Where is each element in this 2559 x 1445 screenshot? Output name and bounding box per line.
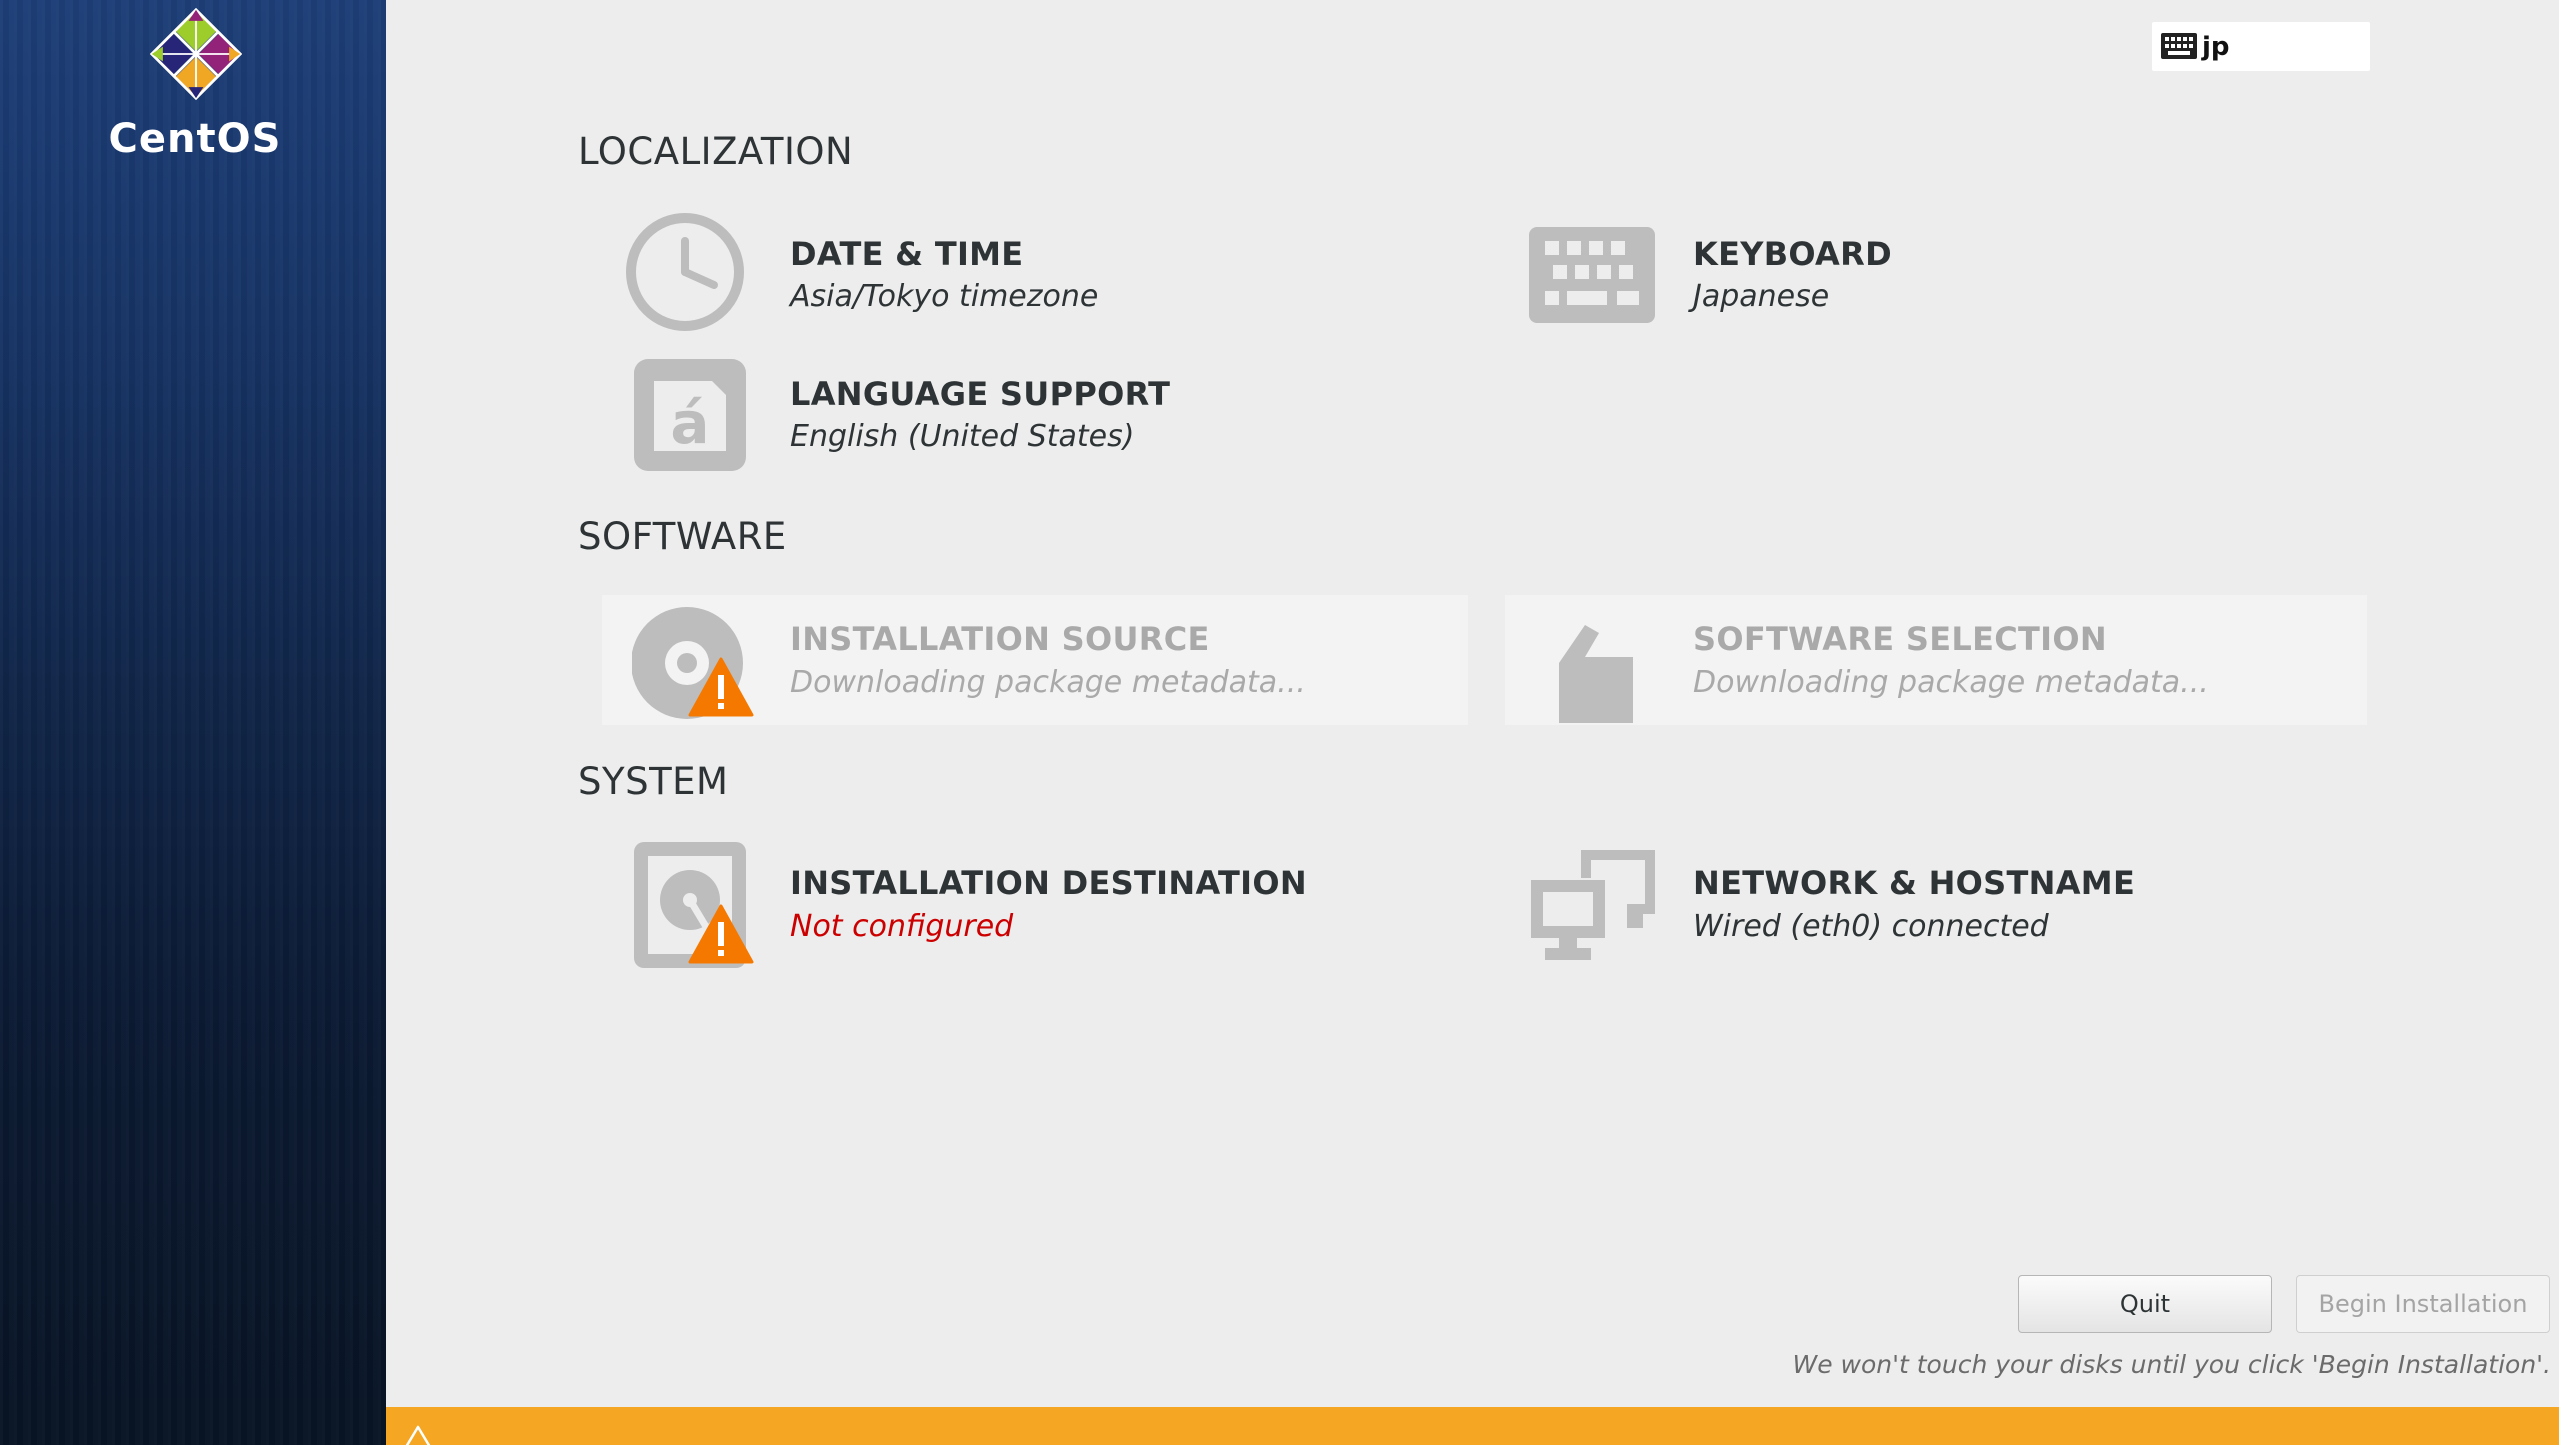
spoke-network-hostname[interactable]: NETWORK & HOSTNAME Wired (eth0) connecte… bbox=[1505, 838, 2365, 968]
spoke-installation-source[interactable]: INSTALLATION SOURCE Downloading package … bbox=[602, 595, 1468, 725]
section-title-system: SYSTEM bbox=[578, 760, 729, 803]
spoke-software-selection[interactable]: SOFTWARE SELECTION Downloading package m… bbox=[1505, 595, 2367, 725]
section-title-software: SOFTWARE bbox=[578, 515, 787, 558]
spoke-title: NETWORK & HOSTNAME bbox=[1693, 864, 2136, 902]
begin-installation-button[interactable]: Begin Installation bbox=[2296, 1275, 2550, 1333]
spoke-status: Asia/Tokyo timezone bbox=[790, 279, 1099, 314]
sidebar: CentOS bbox=[0, 0, 386, 1445]
spoke-title: SOFTWARE SELECTION bbox=[1693, 620, 2107, 658]
spoke-installation-destination[interactable]: INSTALLATION DESTINATION Not configured bbox=[602, 838, 1492, 968]
spoke-title: LANGUAGE SUPPORT bbox=[790, 375, 1171, 413]
keyboard-layout-indicator[interactable]: jp bbox=[2152, 22, 2370, 71]
spoke-keyboard[interactable]: KEYBOARD Japanese bbox=[1505, 205, 2365, 335]
warning-bar bbox=[386, 1407, 2559, 1445]
warning-icon bbox=[688, 657, 754, 717]
spoke-status: Downloading package metadata... bbox=[790, 665, 1306, 700]
spoke-title: INSTALLATION SOURCE bbox=[790, 620, 1210, 658]
centos-logo-mark bbox=[150, 8, 242, 100]
keyboard-icon bbox=[2161, 33, 2197, 59]
spoke-status: Wired (eth0) connected bbox=[1693, 909, 2049, 944]
keyboard-icon bbox=[1529, 227, 1655, 323]
quit-button[interactable]: Quit bbox=[2018, 1275, 2272, 1333]
spoke-status: Japanese bbox=[1693, 279, 1830, 314]
brand-name: CentOS bbox=[108, 116, 282, 162]
spoke-status-error: Not configured bbox=[790, 909, 1014, 944]
spoke-title: KEYBOARD bbox=[1693, 235, 1892, 273]
spoke-status: English (United States) bbox=[790, 419, 1135, 454]
spoke-status: Downloading package metadata... bbox=[1693, 665, 2209, 700]
spoke-title: INSTALLATION DESTINATION bbox=[790, 864, 1307, 902]
package-icon bbox=[1559, 625, 1633, 723]
disk-safety-note: We won't touch your disks until you clic… bbox=[1792, 1350, 2552, 1379]
network-icon bbox=[1531, 850, 1655, 960]
warning-icon bbox=[405, 1425, 431, 1445]
spoke-date-time[interactable]: DATE & TIME Asia/Tokyo timezone bbox=[602, 205, 1492, 335]
spoke-language-support[interactable]: á LANGUAGE SUPPORT English (United State… bbox=[602, 345, 1492, 475]
warning-icon bbox=[688, 904, 754, 964]
spoke-title: DATE & TIME bbox=[790, 235, 1024, 273]
keyboard-layout-label: jp bbox=[2202, 32, 2230, 62]
language-icon: á bbox=[634, 359, 746, 471]
svg-text:á: á bbox=[670, 389, 709, 457]
section-title-localization: LOCALIZATION bbox=[578, 130, 854, 173]
clock-icon bbox=[626, 213, 744, 331]
